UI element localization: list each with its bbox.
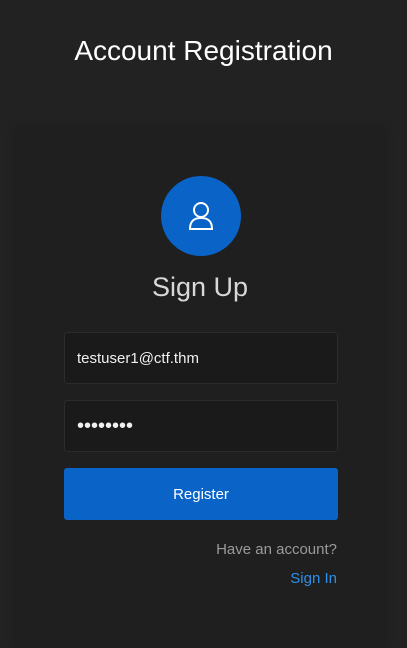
registration-card: Sign Up Register Have an account? Sign I… — [16, 128, 384, 648]
signup-heading: Sign Up — [151, 272, 249, 302]
signin-link[interactable]: Sign In — [290, 569, 337, 589]
register-button[interactable]: Register — [64, 468, 338, 520]
page-title: Account Registration — [74, 35, 333, 66]
user-icon — [161, 176, 241, 256]
password-field[interactable] — [64, 400, 338, 452]
have-account-text: Have an account? — [216, 541, 337, 558]
email-field[interactable] — [64, 332, 338, 384]
